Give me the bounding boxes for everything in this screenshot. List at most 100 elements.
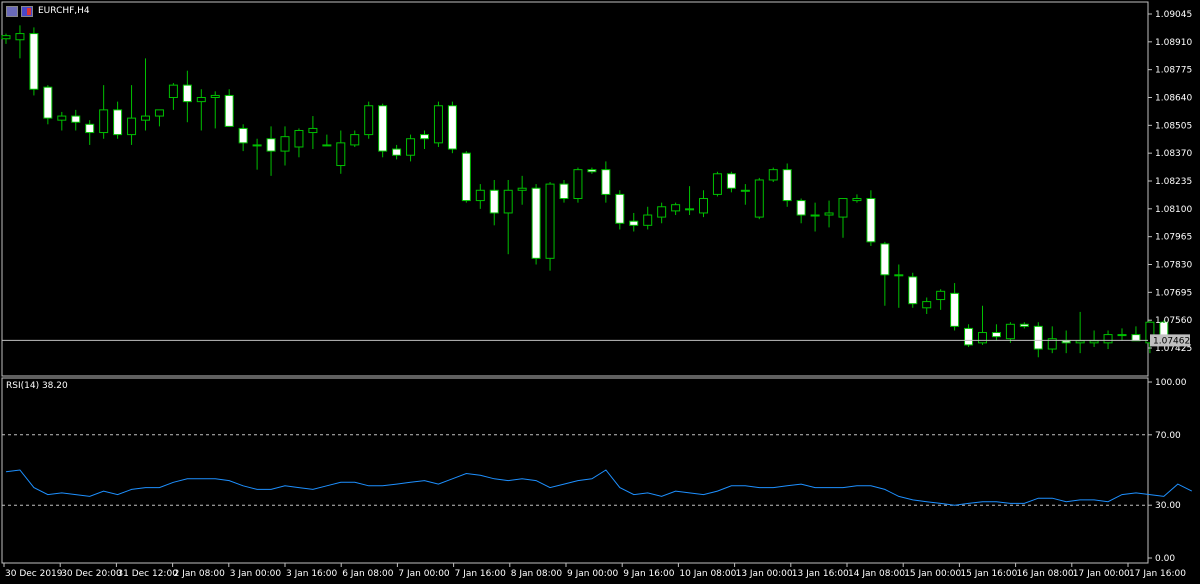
bull-candle	[838, 198, 848, 218]
bear-candle	[1033, 325, 1043, 350]
bear-candle	[489, 189, 499, 214]
time-tick-label: 13 Jan 00:00	[736, 569, 793, 579]
bull-candle	[294, 129, 304, 148]
bull-candle	[433, 105, 443, 144]
bull-candle	[99, 109, 109, 134]
bear-candle	[991, 332, 1001, 338]
bear-candle	[531, 187, 541, 259]
rsi-tick-label: 30.00	[1155, 501, 1181, 511]
bear-candle	[587, 169, 597, 173]
bear-candle	[266, 138, 276, 152]
price-tick-label: 1.07965	[1155, 233, 1192, 243]
rsi-frame	[1, 377, 1149, 564]
bear-candle	[420, 134, 429, 140]
bear-candle	[182, 84, 192, 103]
bull-candle	[1075, 340, 1085, 344]
bear-candle	[1061, 340, 1071, 344]
bear-candle	[113, 109, 123, 136]
bull-candle	[406, 138, 416, 156]
bull-candle	[168, 84, 178, 99]
bull-candle	[210, 94, 220, 98]
time-tick-label: 14 Jan 08:00	[848, 569, 905, 579]
bear-candle	[378, 105, 388, 152]
bear-candle	[461, 152, 471, 202]
bull-candle	[922, 301, 932, 309]
time-tick-label: 9 Jan 16:00	[623, 569, 675, 579]
time-tick-label: 15 Jan 00:00	[904, 569, 961, 579]
bull-candle	[322, 144, 332, 147]
bull-candle	[643, 214, 653, 226]
bear-candle	[726, 173, 736, 189]
bear-candle	[238, 127, 248, 144]
bull-candle	[894, 274, 904, 277]
bull-candle	[503, 189, 513, 214]
time-tick-label: 6 Jan 08:00	[342, 569, 394, 579]
bear-candle	[224, 94, 234, 127]
price-tick-label: 1.08235	[1155, 177, 1192, 187]
bull-candle	[280, 136, 290, 152]
bear-candle	[796, 200, 806, 216]
time-tick-label: 13 Jan 16:00	[792, 569, 849, 579]
bull-candle	[671, 204, 681, 212]
bull-candle	[57, 115, 67, 121]
time-tick-label: 10 Jan 08:00	[679, 569, 736, 579]
bear-candle	[908, 276, 918, 305]
time-tick-label: 17 Jan 16:00	[1129, 569, 1186, 579]
time-tick-label: 30 Dec 2019	[5, 569, 63, 579]
time-tick-label: 8 Jan 08:00	[511, 569, 563, 579]
time-tick-label: 2 Jan 08:00	[174, 569, 226, 579]
bull-candle	[141, 115, 150, 121]
bear-candle	[1019, 323, 1029, 327]
bear-candle	[615, 193, 625, 224]
bull-candle	[308, 127, 318, 134]
bear-candle	[782, 169, 792, 202]
bear-candle	[866, 198, 876, 243]
bull-candle	[1005, 323, 1015, 340]
bull-candle	[15, 33, 25, 41]
time-tick-label: 31 Dec 12:00	[117, 569, 178, 579]
bear-candle	[29, 33, 39, 90]
bull-candle	[196, 97, 206, 103]
price-candles	[1, 25, 1169, 358]
bull-candle	[336, 142, 346, 167]
price-axis: 1.09045 1.08910 1.08775 1.08640 1.08505 1.083…	[2, 10, 1192, 354]
bear-candle	[392, 148, 402, 156]
rsi-tick-label: 0.00	[1155, 554, 1175, 564]
bull-candle	[350, 134, 360, 146]
bull-candle	[685, 208, 695, 211]
bull-candle	[475, 189, 485, 202]
bull-candle	[1117, 334, 1127, 337]
bull-candle	[364, 105, 374, 136]
rsi-line	[5, 469, 1193, 506]
time-tick-label: 3 Jan 00:00	[230, 569, 282, 579]
time-tick-label: 7 Jan 16:00	[455, 569, 507, 579]
bear-candle	[559, 183, 569, 200]
bull-candle	[127, 117, 137, 136]
bull-candle	[810, 214, 820, 217]
time-axis[interactable]: 30 Dec 201930 Dec 20:0031 Dec 12:002 Jan…	[3, 563, 1186, 579]
bear-candle	[950, 292, 960, 327]
time-tick-label: 16 Jan 08:00	[1017, 569, 1074, 579]
chart-canvas[interactable]: 1.09045 1.08910 1.08775 1.08640 1.08505 1.083…	[0, 0, 1200, 584]
bull-candle	[712, 173, 722, 195]
price-tick-label: 1.07560	[1155, 316, 1192, 326]
bear-candle	[629, 220, 639, 226]
bull-candle	[754, 179, 764, 218]
bear-candle	[601, 169, 611, 195]
bull-candle	[1, 35, 11, 40]
time-tick-label: 15 Jan 16:00	[960, 569, 1017, 579]
price-tick-label: 1.08505	[1155, 121, 1192, 131]
price-tick-label: 1.08100	[1155, 205, 1192, 215]
price-tick-label: 1.08775	[1155, 66, 1192, 76]
bear-candle	[43, 86, 53, 119]
bull-candle	[768, 169, 778, 181]
bull-candle	[740, 189, 750, 192]
bull-candle	[545, 183, 555, 259]
bear-candle	[880, 243, 890, 276]
bull-candle	[154, 109, 164, 117]
time-tick-label: 3 Jan 16:00	[286, 569, 338, 579]
price-tick-label: 1.08910	[1155, 38, 1192, 48]
bull-candle	[517, 187, 527, 191]
price-tick-label: 1.09045	[1155, 10, 1192, 20]
bull-candle	[824, 212, 834, 216]
